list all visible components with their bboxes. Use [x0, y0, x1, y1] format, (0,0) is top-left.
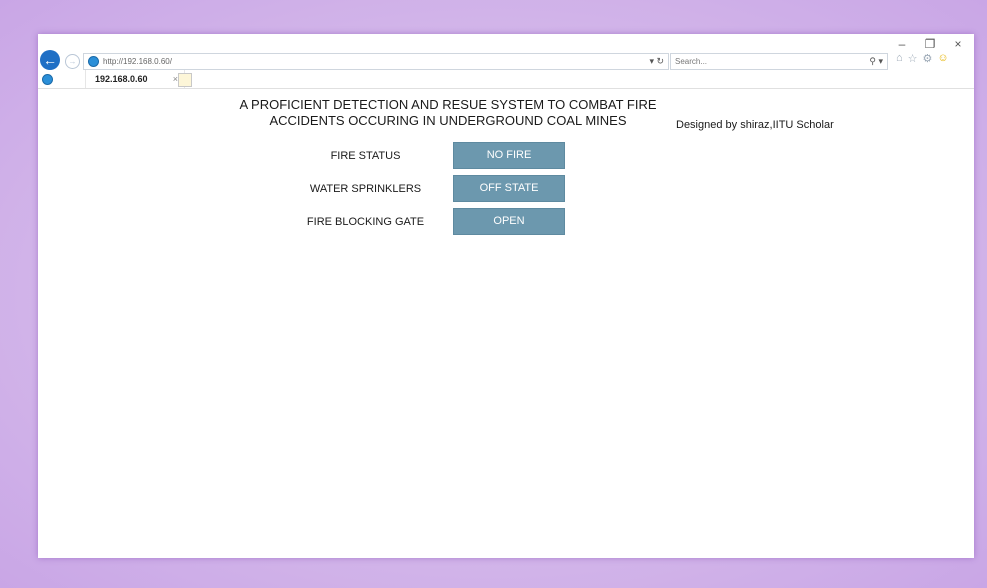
status-label: FIRE STATUS — [330, 149, 401, 162]
status-value: OFF STATE — [453, 175, 565, 202]
status-label: FIRE BLOCKING GATE — [306, 215, 425, 228]
status-value: OPEN — [453, 208, 565, 235]
browser-window: – ❐ × ← → http://192.168.0.60/ ▾ ↻ Searc… — [38, 34, 974, 558]
status-label: WATER SPRINKLERS — [309, 182, 422, 195]
ie-tab-icon — [42, 74, 53, 85]
page-title: A PROFICIENT DETECTION AND RESUE SYSTEM … — [218, 97, 678, 129]
tab-title: 192.168.0.60 — [95, 74, 148, 84]
forward-arrow-icon[interactable]: → — [65, 54, 80, 69]
search-input[interactable]: Search... — [671, 57, 869, 66]
back-arrow-icon[interactable]: ← — [40, 50, 60, 70]
ie-icon — [88, 56, 99, 67]
status-row-fire: FIRE STATUS NO FIRE — [278, 142, 565, 169]
purple-frame: – ❐ × ← → http://192.168.0.60/ ▾ ↻ Searc… — [0, 0, 987, 588]
status-row-sprinklers: WATER SPRINKLERS OFF STATE — [278, 175, 565, 202]
tab-bar: 192.168.0.60 × — [38, 70, 974, 89]
status-value: NO FIRE — [453, 142, 565, 169]
new-tab-button[interactable] — [178, 73, 192, 87]
search-box[interactable]: Search... ⚲ ▾ — [670, 53, 888, 70]
favorites-star-icon[interactable]: ☆ — [908, 52, 918, 65]
feedback-smiley-icon[interactable]: ☺ — [937, 52, 948, 65]
search-icon[interactable]: ⚲ ▾ — [869, 56, 887, 67]
page-content: A PROFICIENT DETECTION AND RESUE SYSTEM … — [38, 89, 974, 558]
tab-active[interactable]: 192.168.0.60 × — [85, 70, 185, 88]
refresh-icon[interactable]: ▾ ↻ — [649, 56, 668, 67]
address-bar[interactable]: http://192.168.0.60/ ▾ ↻ — [83, 53, 669, 70]
settings-gear-icon[interactable]: ⚙ — [923, 52, 933, 65]
url-text[interactable]: http://192.168.0.60/ — [103, 57, 649, 66]
toolbar-icons: ⌂ ☆ ⚙ ☺ — [896, 52, 949, 65]
credit-text: Designed by shiraz,IITU Scholar — [676, 119, 834, 131]
title-line-2: ACCIDENTS OCCURING IN UNDERGROUND COAL M… — [269, 113, 627, 128]
status-row-gate: FIRE BLOCKING GATE OPEN — [278, 208, 565, 235]
home-icon[interactable]: ⌂ — [896, 52, 903, 65]
title-line-1: A PROFICIENT DETECTION AND RESUE SYSTEM … — [239, 97, 657, 112]
navigation-bar: ← → http://192.168.0.60/ ▾ ↻ Search... ⚲… — [38, 46, 974, 70]
